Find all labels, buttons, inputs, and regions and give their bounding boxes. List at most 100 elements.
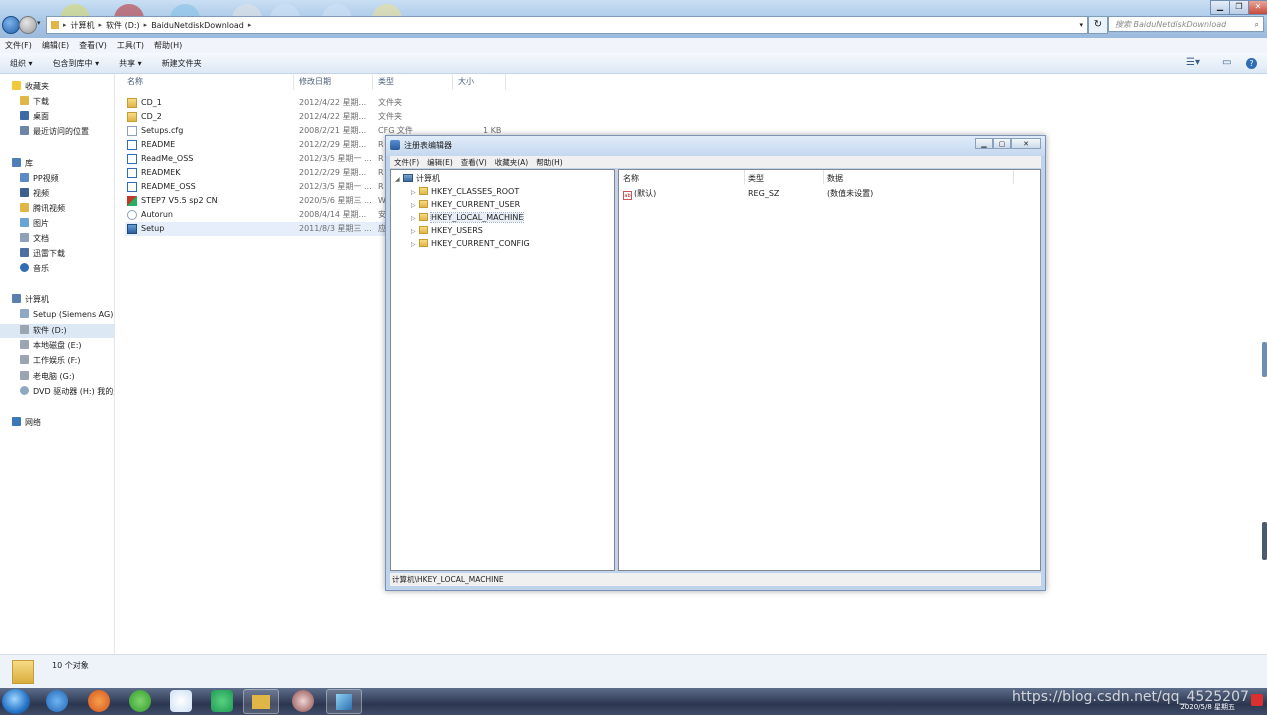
value-column-type[interactable]: 类型 [748,173,764,184]
file-row[interactable]: README_OSS 2012/3/5 星期一 ... R [125,180,405,194]
recent-pages-dropdown[interactable]: ▾ [37,19,41,27]
file-date: 2012/4/22 星期... [299,112,367,121]
maximize-button[interactable]: ❐ [1229,0,1249,15]
nav-label: Setup (Siemens AG) ( [33,310,114,319]
nav-drive-e[interactable]: 本地磁盘 (E:) [20,339,114,353]
include-in-library-button[interactable]: 包含到库中 ▾ [43,58,110,69]
start-button[interactable] [2,689,30,714]
tree-item-hkcr[interactable]: ▷ HKEY_CLASSES_ROOT [411,185,519,198]
library-icon [12,158,21,167]
media-player-icon[interactable] [211,690,233,712]
nav-label: 软件 (D:) [33,326,67,335]
sogou-icon[interactable] [46,690,68,712]
app-icon[interactable] [292,690,314,712]
browser-icon[interactable] [88,690,110,712]
regedit-minimize-button[interactable]: ▁ [975,138,993,149]
regedit-menu-favorites[interactable]: 收藏夹(A) [491,157,532,168]
forward-button[interactable] [19,16,37,34]
taskbar-regedit-button[interactable] [326,689,362,714]
file-row[interactable]: CD_2 2012/4/22 星期... 文件夹 [125,110,405,124]
file-row[interactable]: Autorun 2008/4/14 星期... 安 [125,208,405,222]
setup-icon [127,224,137,234]
menu-file[interactable]: 文件(F) [0,40,37,51]
organize-button[interactable]: 组织 ▾ [0,58,43,69]
file-row[interactable]: Setup 2011/8/3 星期三 ... 应 [125,222,395,236]
value-row[interactable]: ab (默认) REG_SZ (数值未设置) [623,187,1033,200]
regedit-maximize-button[interactable]: ▢ [993,138,1011,149]
notification-icon[interactable] [1251,694,1263,706]
back-button[interactable] [2,16,20,34]
tree-label: 计算机 [416,174,440,183]
regedit-menu-edit[interactable]: 编辑(E) [423,157,457,168]
column-separator [505,74,506,90]
regedit-menu-file[interactable]: 文件(F) [390,157,423,168]
nav-label: PP视频 [33,174,59,183]
breadcrumb-drive[interactable]: 软件 (D:) [106,20,140,31]
help-icon[interactable]: ? [1246,58,1257,69]
minimize-button[interactable]: ▁ [1210,0,1230,15]
expand-icon[interactable]: ▷ [411,238,419,251]
nav-libraries[interactable]: 库 [12,157,126,171]
nav-computer[interactable]: 计算机 [12,293,126,307]
taskbar-explorer-button[interactable] [243,689,279,714]
nav-favorites[interactable]: 收藏夹 [12,80,126,94]
tree-item-computer[interactable]: ◢ 计算机 [395,172,440,185]
tree-item-hkcc[interactable]: ▷ HKEY_CURRENT_CONFIG [411,237,530,250]
preview-pane-icon[interactable]: ▭ [1222,57,1231,68]
file-row[interactable]: README 2012/2/29 星期... R [125,138,405,152]
nav-drive-setup[interactable]: Setup (Siemens AG) ( [20,308,114,322]
menu-edit[interactable]: 编辑(E) [37,40,74,51]
share-button[interactable]: 共享 ▾ [109,58,152,69]
breadcrumb-computer[interactable]: 计算机 [71,20,95,31]
search-input[interactable]: 搜索 BaiduNetdiskDownload ⌕ [1108,16,1264,32]
menu-help[interactable]: 帮助(H) [149,40,187,51]
file-type: R [378,154,384,163]
regedit-menu-view[interactable]: 查看(V) [457,157,491,168]
nav-drive-f[interactable]: 工作娱乐 (F:) [20,354,114,368]
address-bar[interactable]: ▸ 计算机 ▸ 软件 (D:) ▸ BaiduNetdiskDownload ▸… [46,16,1088,34]
chevron-right-icon: ▸ [63,21,67,29]
nav-drive-g[interactable]: 老电脑 (G:) [20,370,114,384]
baidu-netdisk-icon[interactable] [170,690,192,712]
nav-label: 本地磁盘 (E:) [33,341,82,350]
refresh-button[interactable]: ↻ [1088,16,1108,34]
file-row[interactable]: CD_1 2012/4/22 星期... 文件夹 [125,96,405,110]
nav-drive-h[interactable]: DVD 驱动器 (H:) 我的光 [20,385,114,399]
new-folder-button[interactable]: 新建文件夹 [152,58,212,69]
tree-item-hklm[interactable]: ▷ HKEY_LOCAL_MACHINE [411,211,525,224]
browser-360-icon[interactable] [129,690,151,712]
column-name[interactable]: 名称 [127,76,143,87]
menu-tools[interactable]: 工具(T) [112,40,149,51]
address-dropdown-icon[interactable]: ▾ [1079,21,1083,29]
column-separator [372,74,373,90]
desktop-edge-widget[interactable] [1262,342,1267,377]
nav-label: 计算机 [25,295,49,304]
column-size[interactable]: 大小 [458,76,474,87]
file-row[interactable]: ReadMe_OSS 2012/3/5 星期一 ... R [125,152,405,166]
menu-view[interactable]: 查看(V) [74,40,112,51]
file-row[interactable]: STEP7 V5.5 sp2 CN 2020/5/6 星期三 ... W [125,194,405,208]
search-placeholder: 搜索 BaiduNetdiskDownload [1115,20,1227,29]
regedit-icon [390,140,400,150]
file-type: R [378,168,384,177]
value-column-data[interactable]: 数据 [827,173,843,184]
tree-item-hku[interactable]: ▷ HKEY_USERS [411,224,483,237]
column-date[interactable]: 修改日期 [299,76,331,87]
file-row[interactable]: READMEK 2012/2/29 星期... R [125,166,405,180]
file-date: 2008/2/21 星期... [299,126,367,135]
collapse-icon[interactable]: ◢ [395,173,403,186]
tree-item-hkcu[interactable]: ▷ HKEY_CURRENT_USER [411,198,520,211]
regedit-close-button[interactable]: ✕ [1011,138,1041,149]
regedit-menu-help[interactable]: 帮助(H) [532,157,567,168]
breadcrumb-folder[interactable]: BaiduNetdiskDownload [151,21,244,30]
tree-label: HKEY_USERS [431,226,483,235]
column-type[interactable]: 类型 [378,76,394,87]
desktop-edge-widget[interactable] [1262,522,1267,560]
view-options-icon[interactable]: ☰▾ [1186,57,1200,68]
close-button[interactable]: ✕ [1248,0,1267,15]
nav-drive-d[interactable]: 软件 (D:) [0,324,114,338]
regedit-titlebar[interactable]: 注册表编辑器 ▁ ▢ ✕ [386,136,1045,156]
value-column-name[interactable]: 名称 [623,173,639,184]
file-row[interactable]: Setups.cfg 2008/2/21 星期... CFG 文件 1 KB [125,124,501,138]
nav-network[interactable]: 网络 [12,416,126,430]
